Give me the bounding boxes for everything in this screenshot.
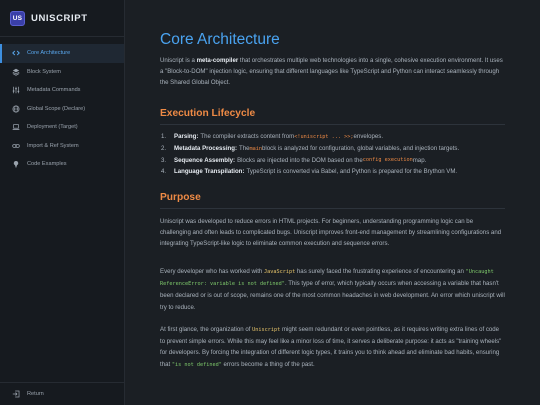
sidebar-item-label: Global Scope (Declare)	[27, 105, 86, 112]
p2-code-javascript: JavaScript	[263, 269, 296, 275]
step-code: config execution	[362, 157, 413, 164]
exit-icon	[11, 390, 20, 399]
globe-icon	[11, 104, 20, 113]
p3-text-3: errors become a thing of the past.	[221, 360, 315, 368]
sidebar-item-global-scope[interactable]: Global Scope (Declare)	[0, 100, 124, 119]
brand: US UNISCRIPT	[0, 0, 124, 37]
code-icon	[11, 49, 20, 58]
link-icon	[11, 141, 20, 150]
step-text: The compiler extracts content from	[200, 133, 295, 141]
step-text: block is analyzed for configuration, glo…	[262, 145, 460, 153]
sliders-icon	[11, 86, 20, 95]
intro-bold: meta-compiler	[196, 57, 239, 64]
layers-icon	[11, 67, 20, 76]
sidebar-item-label: Code Examples	[27, 161, 67, 168]
purpose-heading: Purpose	[160, 192, 201, 203]
lifecycle-list: 1. Parsing: The compiler extracts conten…	[160, 131, 505, 178]
list-item: 2. Metadata Processing: The main block i…	[160, 143, 505, 155]
step-number: 1.	[161, 133, 167, 141]
sidebar-item-label: Import & Ref System	[27, 142, 79, 149]
step-text: The	[239, 145, 250, 153]
sidebar-item-code-examples[interactable]: Code Examples	[0, 155, 124, 174]
step-label: Metadata Processing:	[174, 145, 237, 153]
return-label: Return	[27, 391, 44, 397]
main-content: Core Architecture Uniscript is a meta-co…	[160, 0, 505, 405]
step-text: envelopes.	[353, 133, 384, 141]
sidebar-item-metadata-commands[interactable]: Metadata Commands	[0, 81, 124, 100]
p3-text-1: At first glance, the organization of	[160, 326, 253, 333]
step-number: 4.	[161, 168, 167, 176]
brand-name: UNISCRIPT	[31, 12, 88, 24]
sidebar: US UNISCRIPT Core Architecture Block Sys…	[0, 0, 125, 405]
step-number: 2.	[161, 145, 167, 153]
intro-text-1: Uniscript is a	[160, 57, 197, 64]
sidebar-item-import-ref[interactable]: Import & Ref System	[0, 137, 124, 156]
sidebar-item-label: Block System	[27, 68, 61, 75]
step-label: Language Transpilation:	[174, 168, 245, 176]
step-label: Sequence Assembly:	[174, 156, 236, 164]
page-title: Core Architecture	[160, 31, 280, 48]
list-item: 3. Sequence Assembly: Blocks are injecte…	[160, 154, 505, 166]
lightbulb-icon	[11, 160, 20, 169]
sidebar-item-label: Metadata Commands	[27, 87, 81, 94]
return-button[interactable]: Return	[0, 382, 124, 405]
sidebar-item-block-system[interactable]: Block System	[0, 63, 124, 82]
step-text: TypeScript is converted via Babel, and P…	[246, 168, 458, 176]
p3-code-not-defined: "is not defined"	[171, 361, 222, 368]
p3-code-uniscript: Uniscript	[252, 327, 281, 333]
sidebar-nav: Core Architecture Block System Metadata …	[0, 37, 124, 174]
step-text: map.	[412, 156, 427, 164]
sidebar-item-label: Deployment (Target)	[27, 124, 78, 131]
intro-paragraph: Uniscript is a meta-compiler that orches…	[160, 55, 505, 89]
list-item: 1. Parsing: The compiler extracts conten…	[160, 131, 505, 143]
purpose-paragraph-3: At first glance, the organization of Uni…	[160, 324, 505, 371]
logo[interactable]: US	[10, 10, 25, 26]
p2-text-2: has surely faced the frustrating experie…	[295, 268, 466, 275]
sidebar-item-core-architecture[interactable]: Core Architecture	[0, 44, 124, 63]
list-item: 4. Language Transpilation: TypeScript is…	[160, 166, 505, 178]
sidebar-item-label: Core Architecture	[27, 50, 71, 57]
step-number: 3.	[161, 156, 167, 164]
lifecycle-heading: Execution Lifecycle	[160, 108, 256, 119]
step-code: <!uniscript ... >>;	[294, 133, 354, 140]
step-label: Parsing:	[174, 133, 199, 141]
step-text: Blocks are injected into the DOM based o…	[237, 156, 363, 164]
purpose-divider	[160, 208, 505, 209]
p2-text-1: Every developer who has worked with	[160, 268, 264, 275]
step-code: main	[249, 145, 263, 152]
sidebar-item-deployment[interactable]: Deployment (Target)	[0, 118, 124, 137]
purpose-paragraph-2: Every developer who has worked with Java…	[160, 266, 505, 313]
laptop-icon	[11, 123, 20, 132]
purpose-paragraph-1: Uniscript was developed to reduce errors…	[160, 218, 502, 248]
lifecycle-divider	[160, 124, 505, 125]
